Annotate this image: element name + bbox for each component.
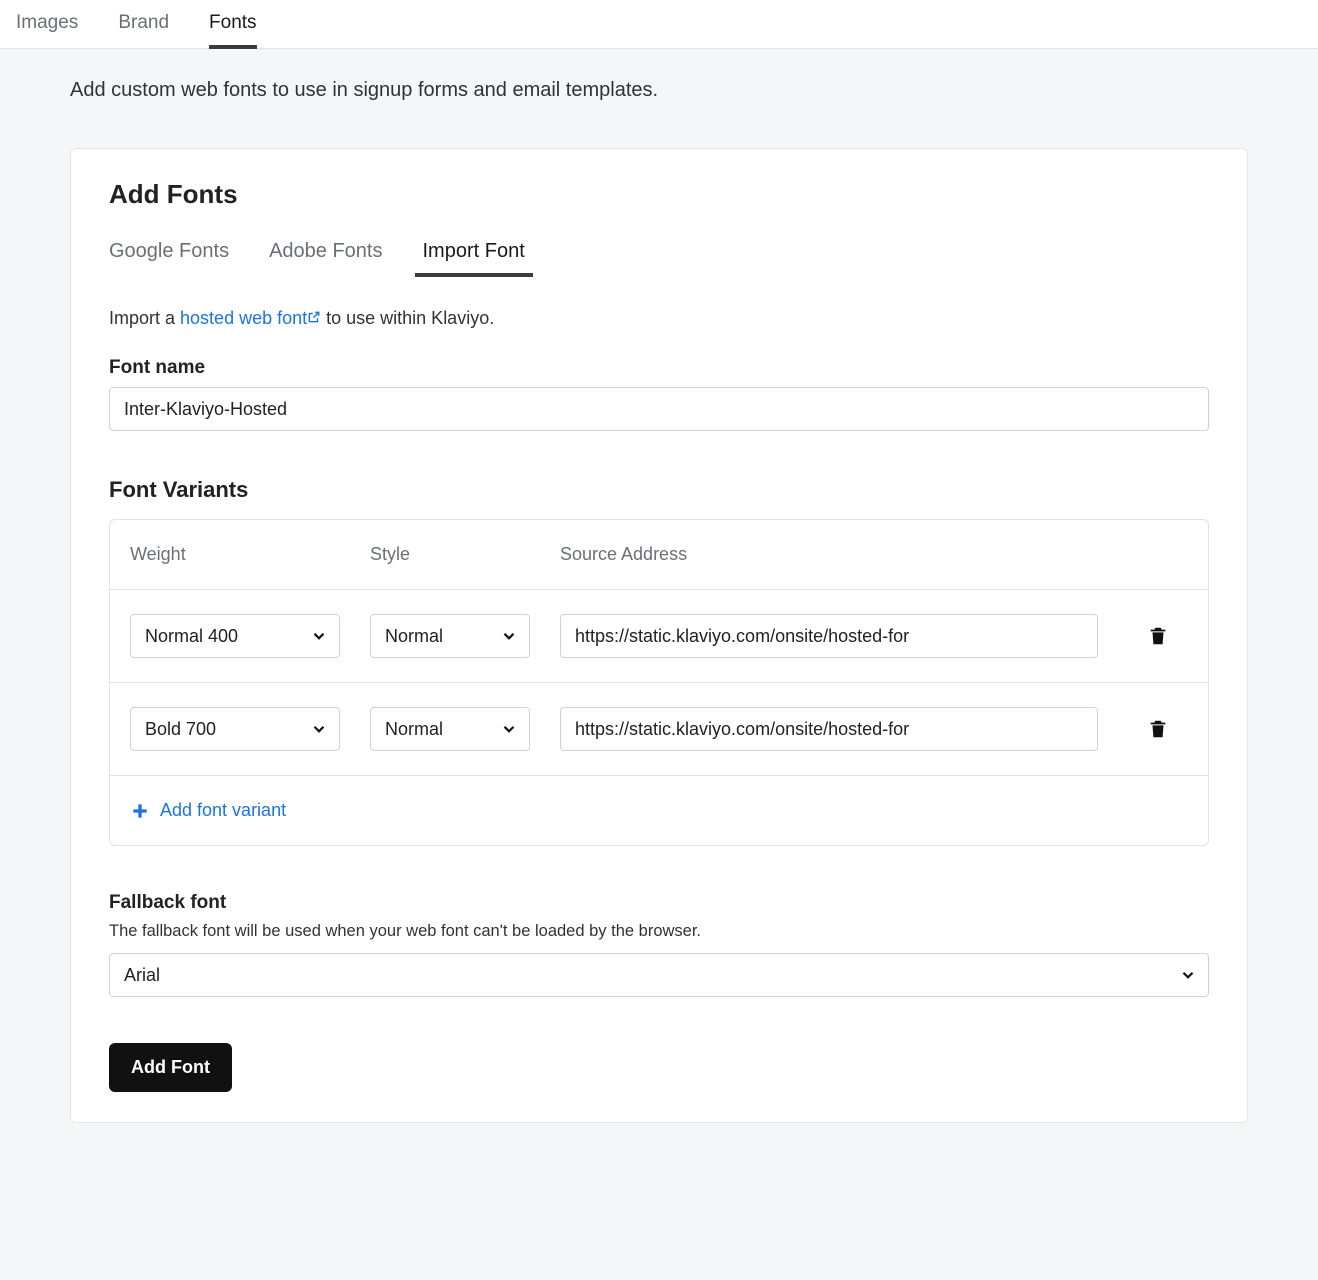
delete-variant-button[interactable] [1140,618,1176,654]
plus-icon [130,801,150,821]
card-title: Add Fonts [109,179,1209,210]
fallback-font-help: The fallback font will be used when your… [109,922,1209,941]
variants-header-row: Weight Style Source Address [110,520,1208,589]
add-font-variant-button[interactable]: Add font variant [110,775,1208,845]
font-name-label: Font name [109,357,1209,379]
weight-select[interactable]: Bold 700 [130,707,340,751]
tab-adobe-fonts[interactable]: Adobe Fonts [269,234,382,277]
style-select[interactable]: Normal [370,707,530,751]
external-link-icon [307,310,321,324]
weight-select[interactable]: Normal 400 [130,614,340,658]
import-hint-prefix: Import a [109,308,180,328]
col-weight: Weight [130,544,340,565]
tab-import-font[interactable]: Import Font [423,234,525,277]
fallback-font-select[interactable]: Arial [109,953,1209,997]
font-variants-table: Weight Style Source Address Normal 400 N… [109,519,1209,846]
tab-images[interactable]: Images [16,0,78,48]
add-font-button[interactable]: Add Font [109,1043,232,1092]
trash-icon [1147,718,1169,740]
source-address-input[interactable] [560,707,1098,751]
font-source-tabs: Google Fonts Adobe Fonts Import Font [109,234,1209,278]
source-address-input[interactable] [560,614,1098,658]
add-fonts-card: Add Fonts Google Fonts Adobe Fonts Impor… [70,148,1248,1123]
col-actions [1128,544,1188,565]
tab-brand[interactable]: Brand [118,0,169,48]
style-select[interactable]: Normal [370,614,530,658]
trash-icon [1147,625,1169,647]
import-hint-suffix: to use within Klaviyo. [321,308,494,328]
top-tabs: Images Brand Fonts [0,0,1318,49]
page-description: Add custom web fonts to use in signup fo… [70,79,1248,102]
col-source: Source Address [560,544,1098,565]
font-variants-title: Font Variants [109,477,1209,503]
add-font-variant-label: Add font variant [160,800,286,821]
col-style: Style [370,544,530,565]
fallback-font-label: Fallback font [109,892,1209,914]
import-hint: Import a hosted web font to use within K… [109,308,1209,329]
variant-row: Normal 400 Normal [110,589,1208,682]
font-name-input[interactable] [109,387,1209,431]
hosted-web-font-link[interactable]: hosted web font [180,308,321,328]
delete-variant-button[interactable] [1140,711,1176,747]
tab-google-fonts[interactable]: Google Fonts [109,234,229,277]
tab-fonts[interactable]: Fonts [209,0,257,48]
variant-row: Bold 700 Normal [110,682,1208,775]
fallback-font-section: Fallback font The fallback font will be … [109,892,1209,997]
page-body: Add custom web fonts to use in signup fo… [0,49,1318,1163]
